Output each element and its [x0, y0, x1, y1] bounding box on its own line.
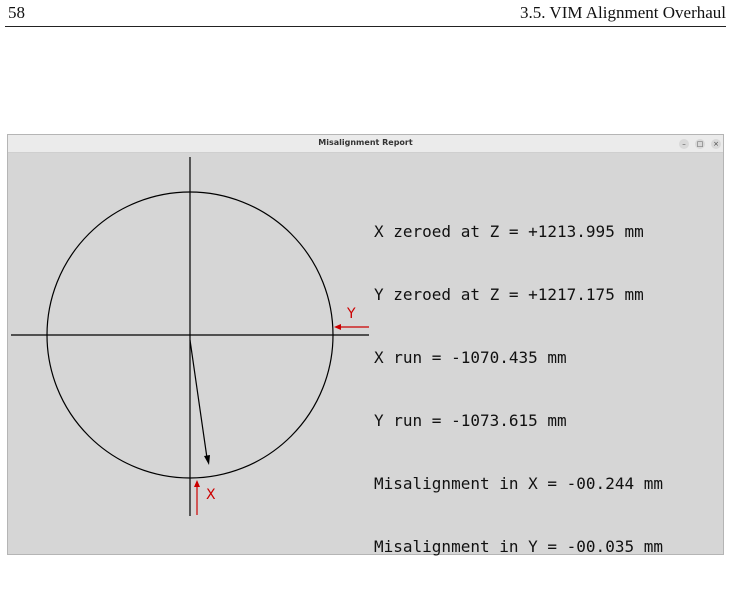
section-header: 3.5. VIM Alignment Overhaul	[519, 3, 726, 22]
misalignment-vector-arrowhead	[204, 455, 210, 465]
misalignment-report-window: Misalignment Report – □ × Y X X zeroed a…	[7, 134, 724, 556]
y-marker-label: Y	[346, 306, 356, 322]
x-marker-arrowhead	[194, 480, 200, 487]
y-marker-arrowhead	[334, 324, 341, 330]
maximize-button[interactable]: □	[695, 139, 705, 149]
readout-y-run: Y run = -1073.615 mm	[374, 411, 567, 430]
misalignment-readout: X zeroed at Z = +1213.995 mm Y zeroed at…	[374, 179, 663, 599]
readout-x-misalignment: Misalignment in X = -00.244 mm	[374, 474, 663, 493]
window-title: Misalignment Report	[318, 138, 413, 147]
readout-x-run: X run = -1070.435 mm	[374, 348, 567, 367]
page-header: 58 3.5. VIM Alignment Overhaul	[5, 0, 726, 27]
close-button[interactable]: ×	[711, 139, 721, 149]
plot-canvas: Y X X zeroed at Z = +1213.995 mm Y zeroe…	[8, 153, 723, 556]
minimize-button[interactable]: –	[679, 139, 689, 149]
readout-y-zero: Y zeroed at Z = +1217.175 mm	[374, 285, 644, 304]
window-titlebar[interactable]: Misalignment Report – □ ×	[8, 135, 723, 153]
x-marker-label: X	[206, 487, 216, 503]
page-number: 58	[8, 3, 25, 22]
readout-y-misalignment: Misalignment in Y = -00.035 mm	[374, 537, 663, 556]
misalignment-vector	[189, 339, 208, 459]
readout-x-zero: X zeroed at Z = +1213.995 mm	[374, 222, 644, 241]
